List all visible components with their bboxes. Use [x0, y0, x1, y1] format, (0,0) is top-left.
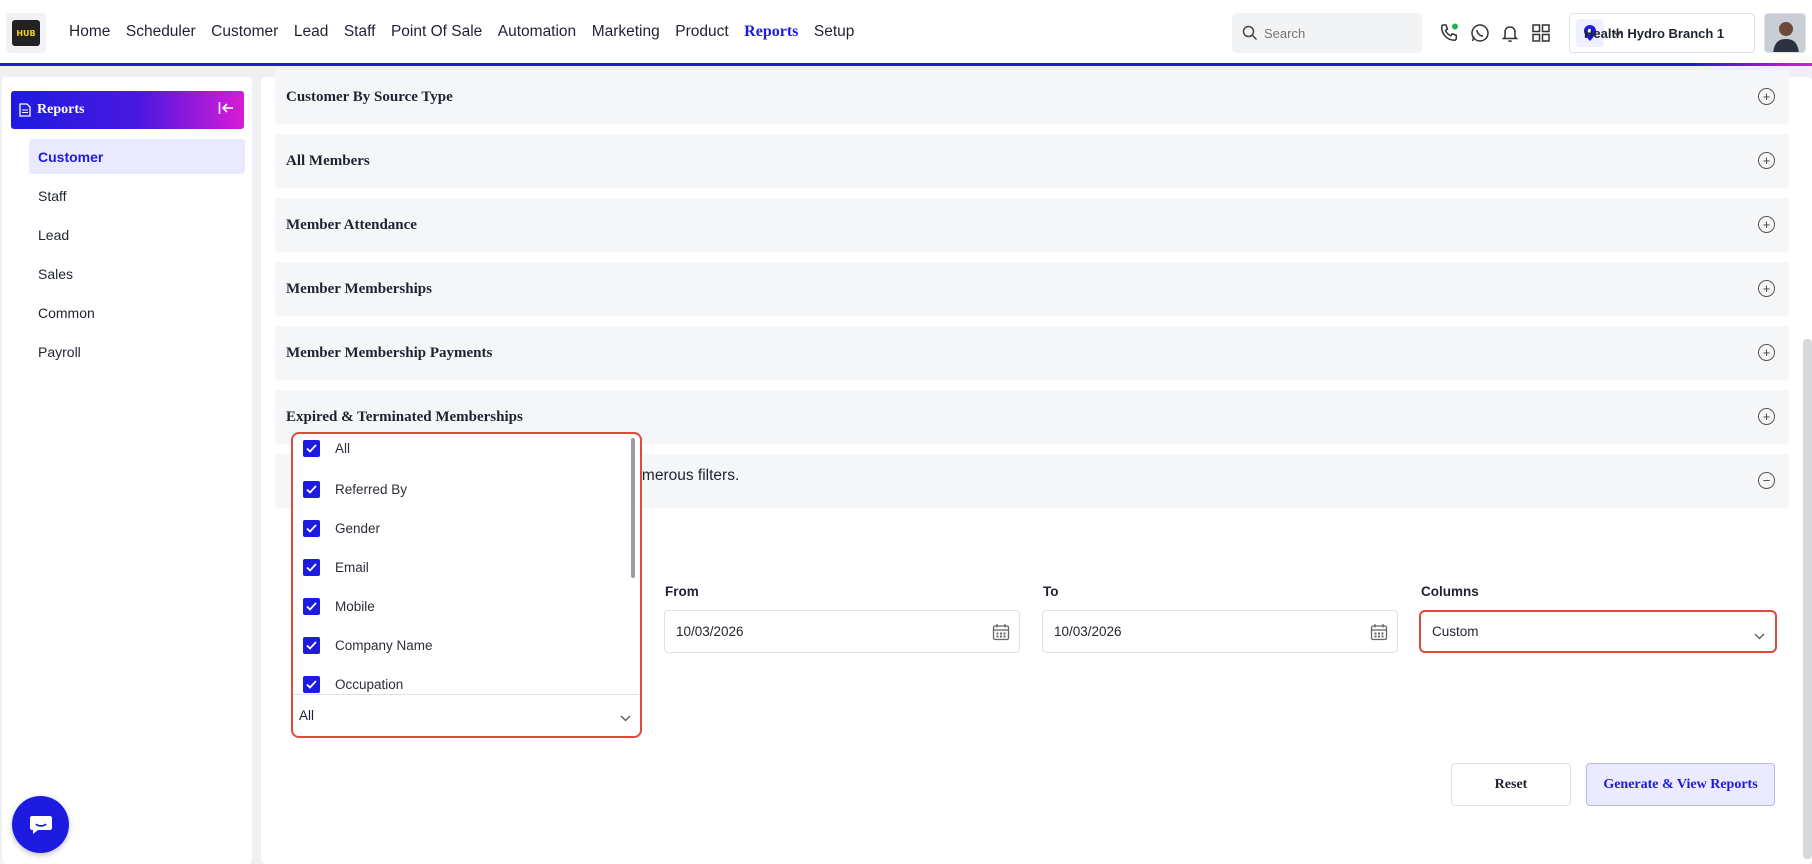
- user-avatar[interactable]: [1764, 13, 1806, 53]
- checkbox-checked-icon[interactable]: [303, 675, 320, 693]
- checkbox-checked-icon[interactable]: [303, 636, 320, 654]
- nav-automation[interactable]: Automation: [498, 23, 576, 41]
- option-mobile[interactable]: Mobile: [303, 595, 375, 617]
- checkbox-checked-icon[interactable]: [303, 439, 320, 457]
- accordion-member-attendance[interactable]: Member Attendance +: [275, 198, 1789, 252]
- to-label: To: [1043, 584, 1059, 599]
- document-icon: [19, 103, 31, 117]
- expand-plus-icon[interactable]: +: [1758, 344, 1775, 361]
- nav-home[interactable]: Home: [69, 23, 110, 41]
- option-email[interactable]: Email: [303, 556, 369, 578]
- option-label: Mobile: [335, 598, 375, 614]
- main-nav: Home Scheduler Customer Lead Staff Point…: [69, 23, 870, 41]
- reset-button[interactable]: Reset: [1451, 763, 1571, 806]
- expand-plus-icon[interactable]: +: [1758, 88, 1775, 105]
- from-date-value: 10/03/2026: [676, 624, 744, 639]
- accordion-customer-by-source-type[interactable]: Customer By Source Type +: [275, 70, 1789, 124]
- reports-sidebar: Reports Customer Staff Lead Sales Common…: [2, 77, 252, 864]
- option-label: Occupation: [335, 676, 404, 692]
- option-label: Referred By: [335, 481, 408, 497]
- search-input[interactable]: [1264, 25, 1404, 41]
- nav-marketing[interactable]: Marketing: [592, 23, 660, 41]
- sidebar-title: Reports: [37, 102, 85, 117]
- calendar-icon[interactable]: [1370, 623, 1388, 644]
- to-date-value: 10/03/2026: [1054, 624, 1122, 639]
- nav-point-of-sale[interactable]: Point Of Sale: [391, 23, 482, 41]
- expand-plus-icon[interactable]: +: [1758, 408, 1775, 425]
- phone-icon[interactable]: [1438, 22, 1460, 44]
- chat-support-button[interactable]: [12, 796, 69, 853]
- option-label: Email: [335, 559, 369, 575]
- checkbox-checked-icon[interactable]: [303, 558, 320, 576]
- sidebar-header: Reports: [11, 91, 244, 129]
- expand-plus-icon[interactable]: +: [1758, 216, 1775, 233]
- columns-value: Custom: [1432, 624, 1479, 639]
- accordion-member-membership-payments[interactable]: Member Membership Payments +: [275, 326, 1789, 380]
- dropdown-selected[interactable]: All: [293, 694, 639, 735]
- sidebar-item-lead[interactable]: Lead: [29, 217, 245, 252]
- from-label: From: [665, 584, 699, 599]
- dropdown-selected-value: All: [299, 707, 315, 723]
- apps-grid-icon[interactable]: [1530, 22, 1552, 44]
- nav-scheduler[interactable]: Scheduler: [126, 23, 196, 41]
- checkbox-checked-icon[interactable]: [303, 519, 320, 537]
- main-scrollbar[interactable]: [1803, 339, 1812, 859]
- accordion-title: Member Attendance: [286, 216, 417, 233]
- app-logo[interactable]: HUB: [6, 13, 46, 53]
- whatsapp-icon[interactable]: [1469, 22, 1491, 44]
- nav-staff[interactable]: Staff: [344, 23, 376, 41]
- branch-selector[interactable]: Health Hydro Branch 1: [1569, 13, 1755, 53]
- checkbox-checked-icon[interactable]: [303, 480, 320, 498]
- nav-setup[interactable]: Setup: [814, 23, 855, 41]
- sidebar-item-payroll[interactable]: Payroll: [29, 334, 245, 369]
- sidebar-item-sales[interactable]: Sales: [29, 256, 245, 291]
- accordion-title: Member Membership Payments: [286, 344, 493, 361]
- columns-dropdown[interactable]: All Referred By Gender Email Mobile Comp…: [291, 432, 642, 738]
- accordion-title: Customer By Source Type: [286, 88, 453, 105]
- collapse-minus-icon[interactable]: −: [1758, 472, 1775, 489]
- accordion-title: All Members: [286, 152, 370, 169]
- columns-label: Columns: [1421, 584, 1479, 599]
- option-referred-by[interactable]: Referred By: [303, 478, 407, 500]
- option-company-name[interactable]: Company Name: [303, 634, 433, 656]
- branch-name: Health Hydro Branch 1: [1584, 25, 1725, 41]
- dropdown-scrollbar[interactable]: [631, 438, 635, 578]
- accordion-title: Member Memberships: [286, 280, 432, 297]
- option-occupation[interactable]: Occupation: [303, 673, 403, 695]
- option-label: All: [335, 440, 351, 456]
- checkbox-checked-icon[interactable]: [303, 597, 320, 615]
- option-all[interactable]: All: [303, 437, 350, 459]
- option-gender[interactable]: Gender: [303, 517, 380, 539]
- nav-lead[interactable]: Lead: [294, 23, 328, 41]
- chat-icon: [29, 815, 52, 834]
- chevron-down-icon: [620, 710, 631, 725]
- expand-plus-icon[interactable]: +: [1758, 152, 1775, 169]
- columns-select[interactable]: Custom: [1419, 610, 1777, 653]
- accordion-member-memberships[interactable]: Member Memberships +: [275, 262, 1789, 316]
- expand-plus-icon[interactable]: +: [1758, 280, 1775, 297]
- sidebar-item-common[interactable]: Common: [29, 295, 245, 330]
- option-label: Company Name: [335, 637, 433, 653]
- dropdown-options-list[interactable]: All Referred By Gender Email Mobile Comp…: [293, 434, 638, 694]
- from-date-field[interactable]: 10/03/2026: [664, 610, 1020, 653]
- logo-text: HUB: [16, 28, 36, 38]
- calendar-icon[interactable]: [992, 623, 1010, 644]
- nav-reports[interactable]: Reports: [744, 23, 798, 41]
- generate-view-reports-button[interactable]: Generate & View Reports: [1586, 763, 1775, 806]
- sidebar-item-staff[interactable]: Staff: [29, 178, 245, 213]
- collapse-sidebar-icon[interactable]: [218, 101, 234, 120]
- bell-icon[interactable]: [1499, 22, 1521, 44]
- search-box[interactable]: [1232, 13, 1422, 53]
- top-bar: HUB Home Scheduler Customer Lead Staff P…: [0, 0, 1812, 66]
- option-label: Gender: [335, 520, 381, 536]
- chevron-down-icon: [1754, 628, 1765, 643]
- sidebar-item-customer[interactable]: Customer: [29, 139, 245, 174]
- search-icon: [1242, 25, 1258, 41]
- to-date-field[interactable]: 10/03/2026: [1042, 610, 1398, 653]
- nav-customer[interactable]: Customer: [211, 23, 278, 41]
- nav-product[interactable]: Product: [675, 23, 728, 41]
- accordion-all-members[interactable]: All Members +: [275, 134, 1789, 188]
- accordion-title: Expired & Terminated Memberships: [286, 408, 523, 425]
